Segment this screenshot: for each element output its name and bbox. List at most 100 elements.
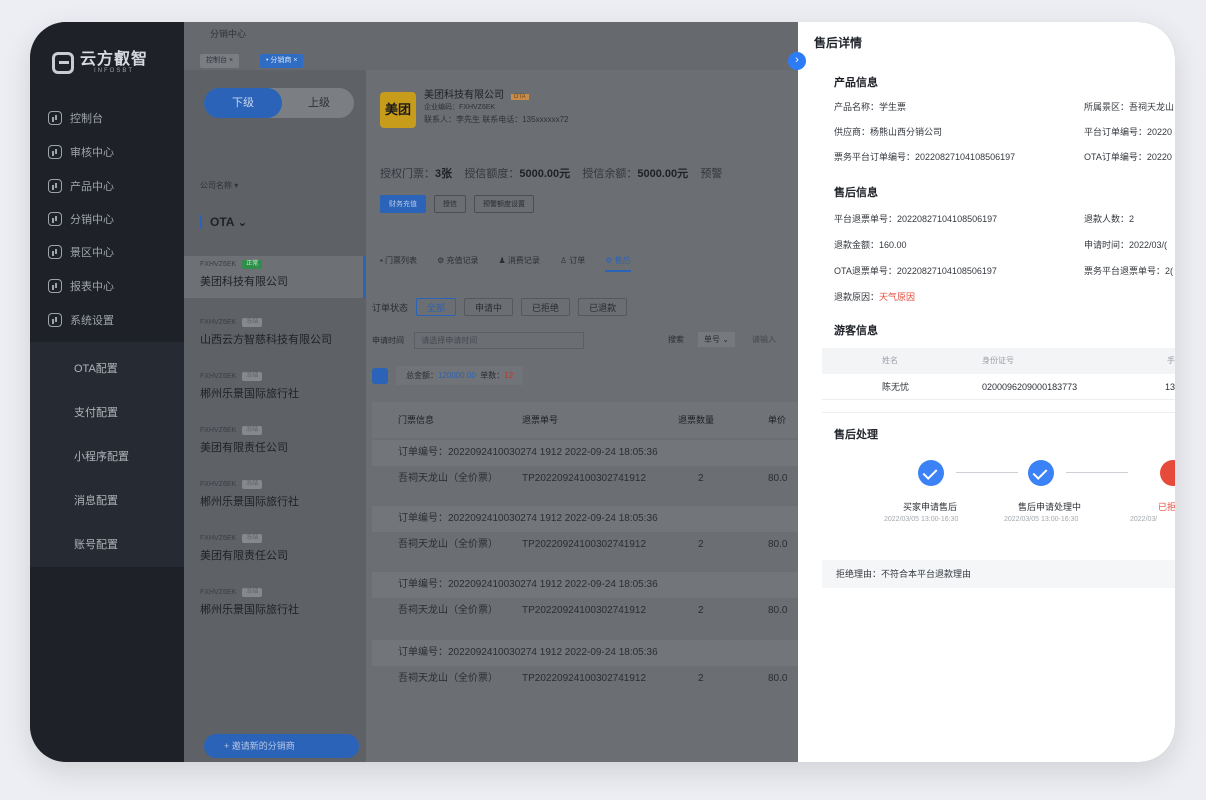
order-header: 订单编号：2022092410030274 1912 2022-09-24 18…: [372, 640, 798, 666]
chip-all[interactable]: 全部: [416, 298, 457, 316]
credit-button[interactable]: 授信: [434, 195, 466, 213]
process-section-title: 售后处理: [834, 429, 878, 441]
table-row[interactable]: 吾祠天龙山（全价票） TP20220924100302741912 2 80.0: [372, 598, 798, 628]
tab-recharge[interactable]: ⚙ 充值记录: [437, 255, 478, 272]
product-area: 所属景区：吾祠天龙山: [1084, 102, 1175, 112]
status-badge: 冻结: [242, 372, 263, 381]
chart-icon: [48, 145, 62, 159]
chart-icon: [48, 245, 62, 259]
collapse-drawer-icon[interactable]: ›: [788, 52, 806, 70]
sidebar: 云方叡智 INFOSBT 控制台 审核中心 产品中心 分销中心 景区中心 报表中…: [30, 22, 184, 762]
order-header: 订单编号：2022092410030274 1912 2022-09-24 18…: [372, 506, 798, 532]
list-item[interactable]: FXHVZ6EK 冻结 郴州乐景国际旅行社: [200, 588, 360, 617]
recharge-button[interactable]: 财务充值: [380, 195, 426, 213]
sidebar-item-product[interactable]: 产品中心: [48, 176, 114, 196]
list-item[interactable]: FXHVZ6EK 冻结 郴州乐景国际旅行社: [200, 372, 360, 401]
submenu-message[interactable]: 消息配置: [74, 492, 118, 508]
search-field-select[interactable]: 单号 ⌄: [698, 332, 735, 347]
sidebar-item-report[interactable]: 报表中心: [48, 276, 114, 296]
sidebar-item-settings[interactable]: 系统设置: [48, 310, 114, 330]
company-name: 美团科技有限公司 OTA: [424, 86, 529, 101]
submenu-ota[interactable]: OTA配置: [74, 360, 118, 376]
sidebar-item-console[interactable]: 控制台: [48, 108, 103, 128]
distributor-name: 美团科技有限公司: [200, 276, 288, 288]
order-header: 订单编号：2022092410030274 1912 2022-09-24 18…: [372, 572, 798, 598]
search-label: 搜索: [668, 335, 684, 344]
after-section-title: 售后信息: [834, 187, 878, 199]
distributor-code: FXHVZ6EK: [200, 373, 237, 380]
table-row[interactable]: 吾祠天龙山（全价票） TP20220924100302741912 2 80.0: [372, 466, 798, 496]
status-badge: 冻结: [242, 588, 263, 597]
ticket-refund-no: 票务平台退票单号：2(: [1084, 266, 1174, 276]
refund-people: 退款人数：2: [1084, 214, 1135, 224]
tab-consumption[interactable]: ♟ 消费记录: [498, 255, 539, 272]
search-input[interactable]: 请输入: [752, 334, 776, 345]
action-buttons: 财务充值 授信 预警额度设置: [380, 195, 534, 213]
distributor-code: FXHVZ6EK: [200, 319, 237, 326]
sidebar-item-label: 控制台: [70, 113, 103, 125]
distributor-name: 山西云方智慈科技有限公司: [200, 334, 332, 346]
list-item[interactable]: FXHVZ6EK 冻结 美团有限责任公司: [200, 534, 360, 563]
date-label: 申请时间: [372, 336, 404, 345]
summary: 总金额：120000.00 单数：12: [372, 366, 524, 385]
distributor-detail: 美团 美团科技有限公司 OTA 企业编码：FXHVZ6EK 联系人：李先生 联系…: [366, 70, 798, 762]
ticket-order: 票务平台订单编号：20220827104108506197: [834, 152, 1016, 162]
list-item[interactable]: FXHVZ6EK 冻结 郴州乐景国际旅行社: [200, 480, 360, 509]
ota-select[interactable]: OTA ⌄: [200, 215, 247, 229]
refund-reason: 退款原因：天气原因: [834, 292, 916, 302]
submenu-account[interactable]: 账号配置: [74, 536, 118, 552]
toggle-upper[interactable]: 上级: [284, 88, 354, 118]
platform-order: 平台订单编号：20220: [1084, 127, 1173, 137]
distributor-name: 美团有限责任公司: [200, 550, 288, 562]
tab-after-sales[interactable]: ⚙ 售后: [605, 255, 631, 272]
product-name: 产品名称：学生票: [834, 102, 907, 112]
company-filter[interactable]: 公司名称 ▾: [200, 180, 238, 191]
product-supplier: 供应商：杨熊山西分销公司: [834, 127, 943, 137]
main-area: 分销中心 控制台 × • 分销商 × 下级 上级 公司名称 ▾ OTA ⌄ FX…: [184, 22, 798, 762]
level-toggle: 下级 上级: [204, 88, 354, 118]
tab-orders[interactable]: ♙ 订单: [560, 255, 585, 272]
sidebar-item-label: 产品中心: [70, 181, 114, 193]
table-header: 门票信息 退票单号 退票数量 单价: [372, 402, 798, 438]
list-item[interactable]: FXHVZ6EK 冻结 山西云方智慈科技有限公司: [200, 318, 360, 347]
step-time: 2022/03/05 13:00-16:30: [884, 516, 959, 523]
brand-logo: 云方叡智 INFOSBT: [52, 52, 148, 74]
step-connector: [956, 472, 1018, 473]
submenu-payment[interactable]: 支付配置: [74, 404, 118, 420]
list-item[interactable]: FXHVZ6EK 冻结 美团有限责任公司: [200, 426, 360, 455]
company-logo: 美团: [380, 92, 416, 128]
chip-refunded[interactable]: 已退款: [578, 298, 628, 316]
list-item[interactable]: FXHVZ6EK 正常 美团科技有限公司: [184, 256, 366, 298]
chip-applying[interactable]: 申请中: [464, 298, 514, 316]
reject-reason: 拒绝理由：不符合本平台退款理由: [822, 560, 1175, 588]
date-input[interactable]: 请选择申请时间: [414, 332, 585, 349]
apply-time: 申请时间：2022/03/(: [1084, 240, 1168, 250]
status-badge: 正常: [242, 260, 263, 269]
sidebar-item-label: 分销中心: [70, 214, 114, 226]
invite-distributor-button[interactable]: + 邀请新的分销商: [204, 734, 359, 758]
sidebar-item-scenic[interactable]: 景区中心: [48, 242, 114, 262]
tab-distributor[interactable]: • 分销商 ×: [260, 54, 304, 68]
distributor-code: FXHVZ6EK: [200, 589, 237, 596]
sidebar-item-review[interactable]: 审核中心: [48, 142, 114, 162]
summary-box: 总金额：120000.00 单数：12: [396, 366, 524, 385]
toggle-lower[interactable]: 下级: [204, 88, 282, 118]
settings-submenu: OTA配置 支付配置 小程序配置 消息配置 账号配置: [30, 342, 184, 567]
status-badge: 冻结: [242, 480, 263, 489]
step-label: 已拒: [1158, 502, 1175, 512]
distributor-name: 郴州乐景国际旅行社: [200, 604, 299, 616]
submenu-miniapp[interactable]: 小程序配置: [74, 448, 129, 464]
table-row[interactable]: 吾祠天龙山（全价票） TP20220924100302741912 2 80.0: [372, 532, 798, 562]
company-contact: 联系人：李先生 联系电话：135xxxxxx72: [424, 115, 569, 124]
tab-console[interactable]: 控制台 ×: [200, 54, 240, 68]
step-label: 买家申请售后: [903, 502, 958, 512]
tab-tickets[interactable]: ▪ 门票列表: [380, 255, 417, 272]
step-label: 售后申请处理中: [1018, 502, 1082, 512]
refresh-icon[interactable]: [372, 367, 388, 384]
search-bar: 申请时间 请选择申请时间 搜索 单号 ⌄ 请输入: [372, 332, 798, 349]
sidebar-item-distribution[interactable]: 分销中心: [48, 209, 114, 229]
table-row[interactable]: 吾祠天龙山（全价票） TP20220924100302741912 2 80.0: [372, 666, 798, 696]
chart-icon: [48, 279, 62, 293]
chip-rejected[interactable]: 已拒绝: [521, 298, 571, 316]
warning-setting-button[interactable]: 预警额度设置: [474, 195, 534, 213]
